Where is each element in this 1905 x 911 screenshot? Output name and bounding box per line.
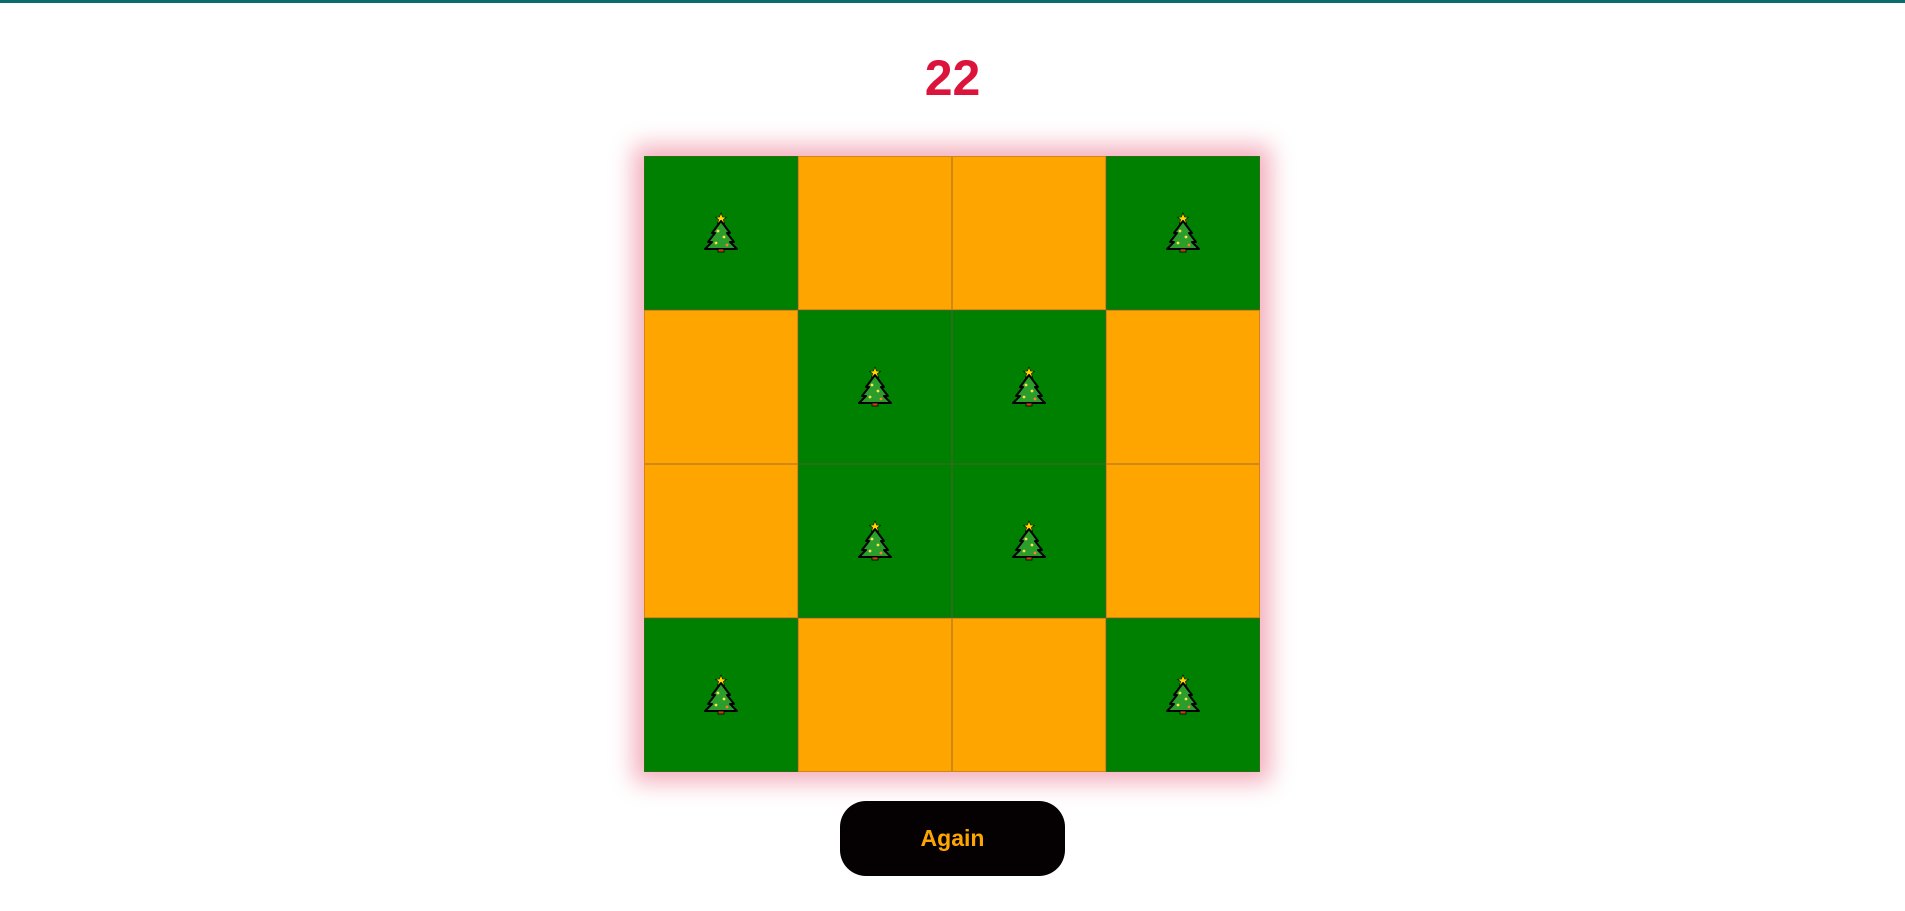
board-cell-r4-c2[interactable] bbox=[798, 618, 952, 772]
game-board bbox=[644, 156, 1260, 772]
board-cell-r2-c1[interactable] bbox=[644, 310, 798, 464]
christmas-tree-icon bbox=[1165, 671, 1201, 720]
board-cell-r4-c4[interactable] bbox=[1106, 618, 1260, 772]
christmas-tree-icon bbox=[857, 517, 893, 566]
board-cell-r3-c3[interactable] bbox=[952, 464, 1106, 618]
board-cell-r2-c4[interactable] bbox=[1106, 310, 1260, 464]
board-cell-r2-c2[interactable] bbox=[798, 310, 952, 464]
christmas-tree-icon bbox=[703, 209, 739, 258]
christmas-tree-icon bbox=[1165, 209, 1201, 258]
again-button[interactable]: Again bbox=[840, 801, 1065, 876]
board-cell-r3-c1[interactable] bbox=[644, 464, 798, 618]
board-cell-r2-c3[interactable] bbox=[952, 310, 1106, 464]
board-cell-r3-c4[interactable] bbox=[1106, 464, 1260, 618]
christmas-tree-icon bbox=[857, 363, 893, 412]
board-cell-r1-c2[interactable] bbox=[798, 156, 952, 310]
board-cell-r3-c2[interactable] bbox=[798, 464, 952, 618]
christmas-tree-icon bbox=[703, 671, 739, 720]
top-bar bbox=[0, 0, 1905, 3]
board-cell-r4-c1[interactable] bbox=[644, 618, 798, 772]
board-cell-r1-c1[interactable] bbox=[644, 156, 798, 310]
board-cell-r1-c3[interactable] bbox=[952, 156, 1106, 310]
board-cell-r4-c3[interactable] bbox=[952, 618, 1106, 772]
christmas-tree-icon bbox=[1011, 363, 1047, 412]
score-display: 22 bbox=[924, 50, 981, 106]
board-cell-r1-c4[interactable] bbox=[1106, 156, 1260, 310]
christmas-tree-icon bbox=[1011, 517, 1047, 566]
